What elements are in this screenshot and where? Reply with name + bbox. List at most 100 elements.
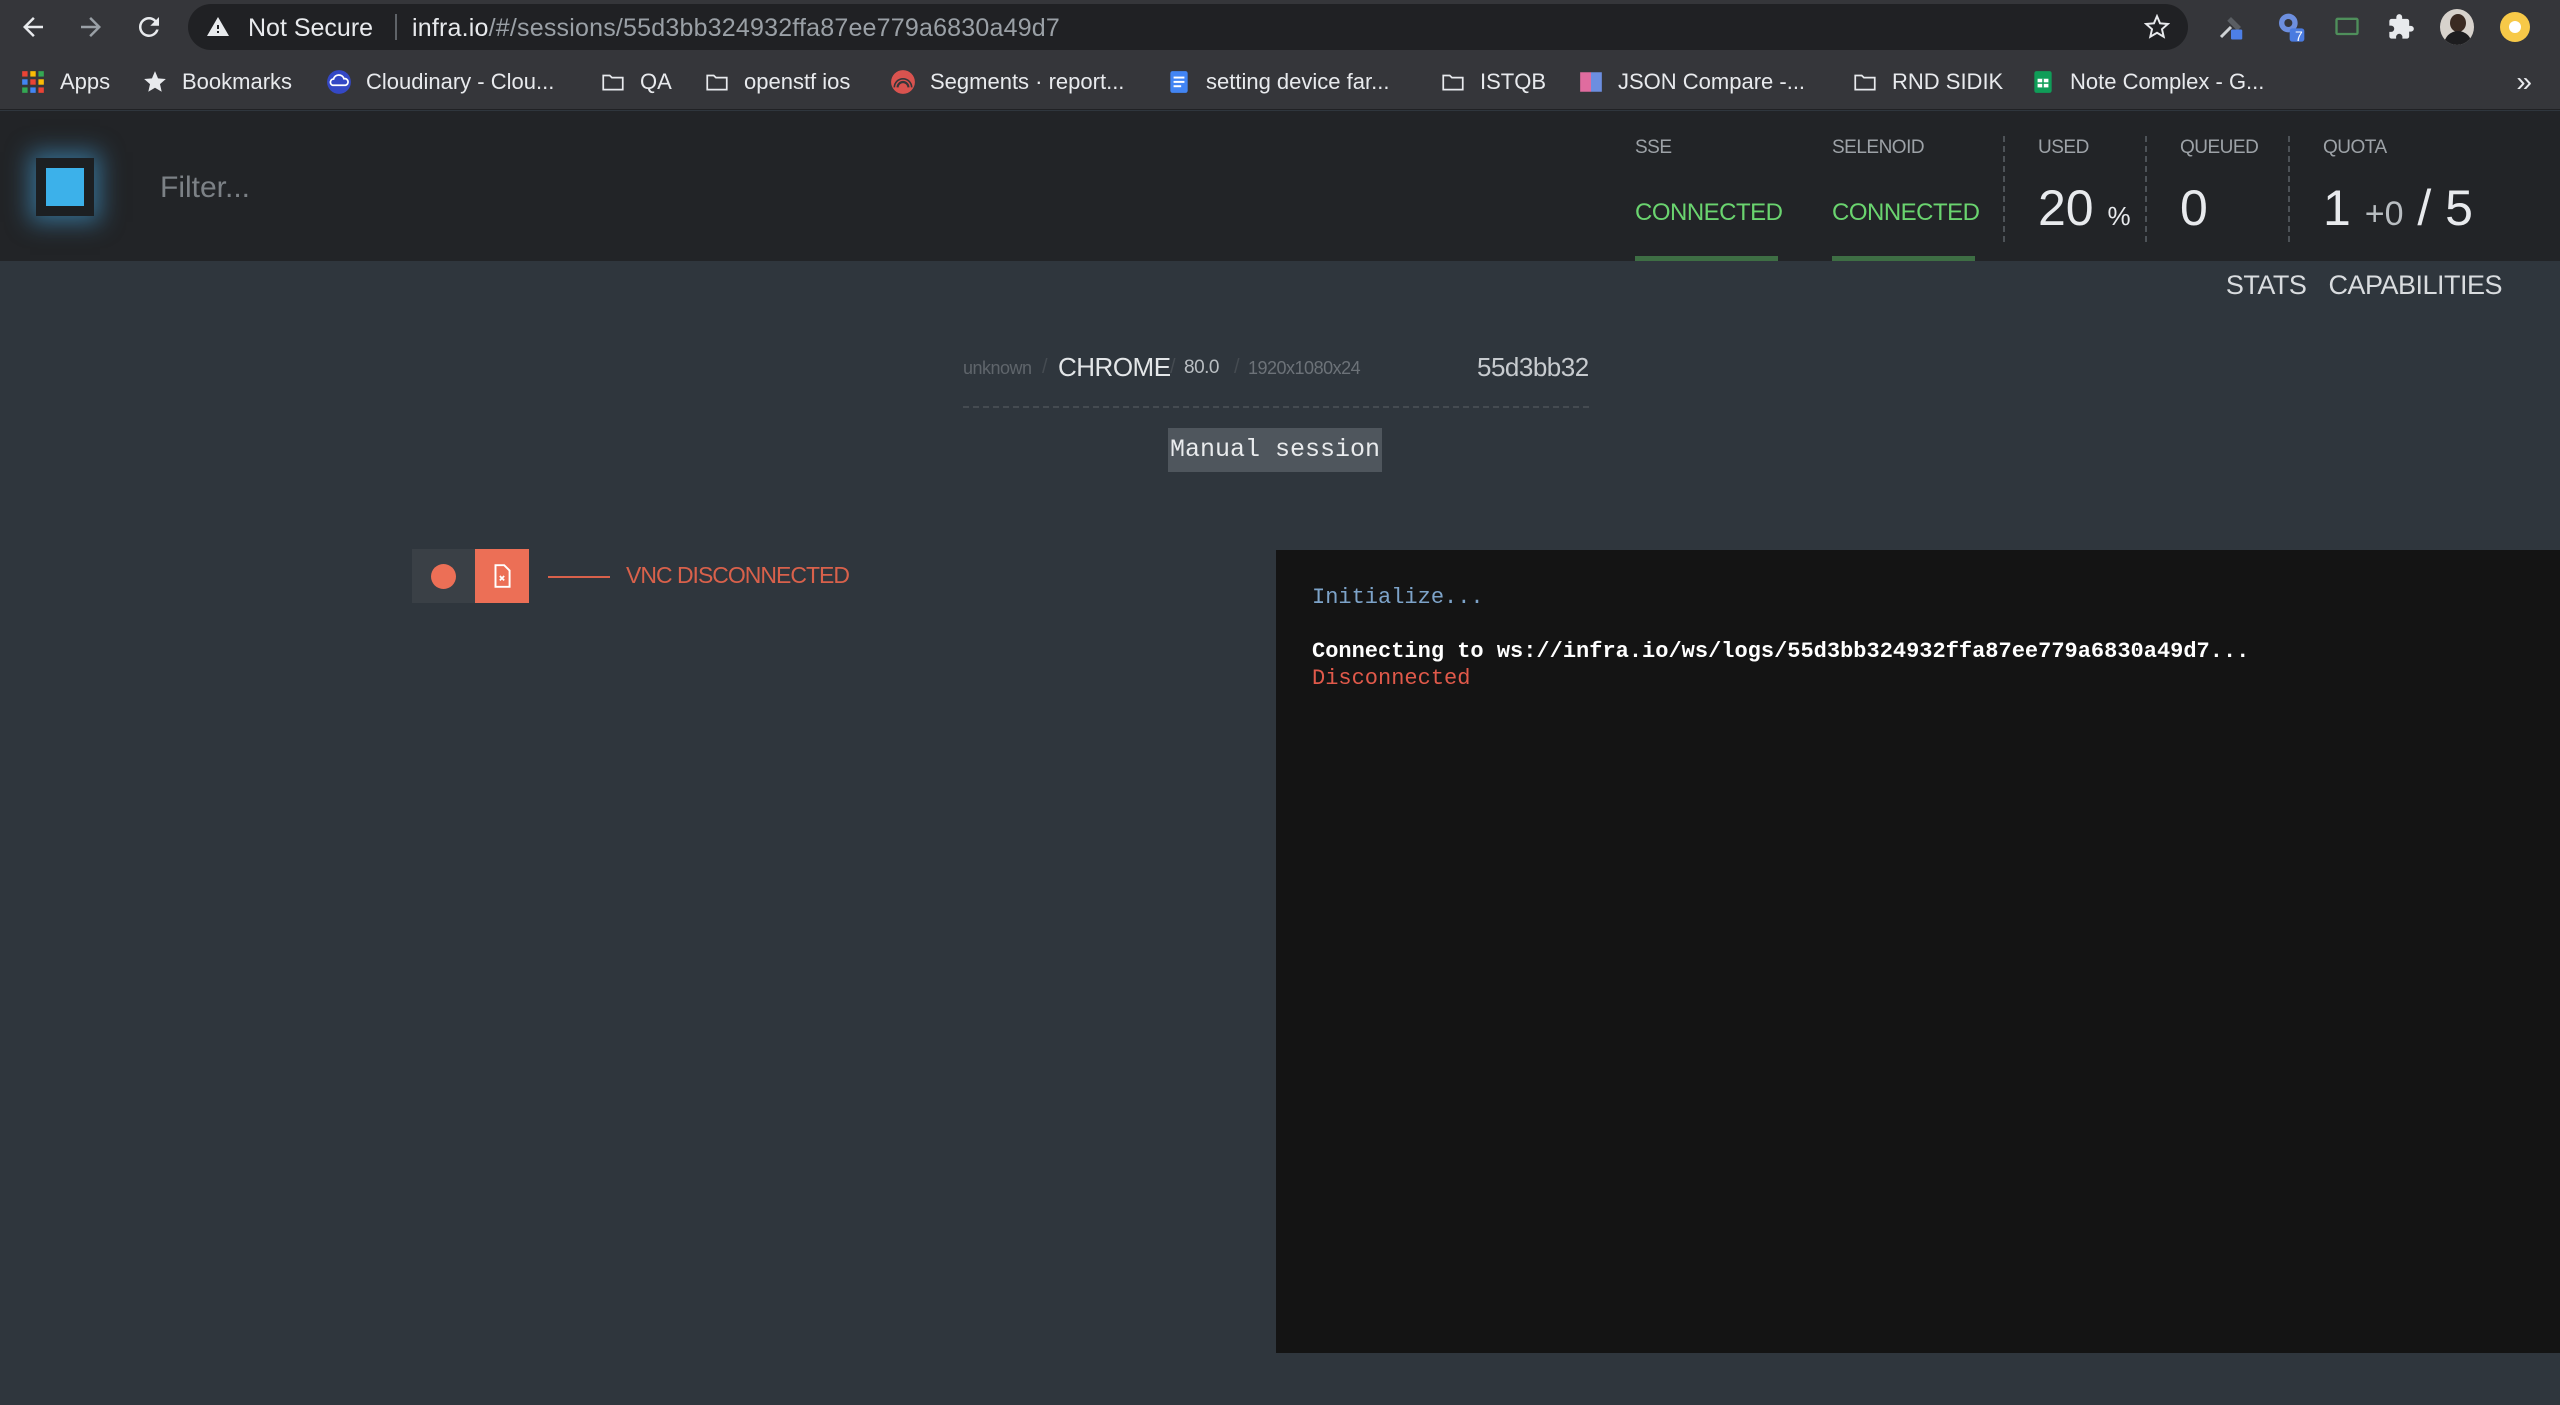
selenoid-label: SELENOID <box>1832 137 1925 158</box>
session-resolution: 1920x1080x24 <box>1248 358 1361 378</box>
bookmark-openstf[interactable]: openstf ios <box>704 66 850 98</box>
bookmark-rnd-sidik[interactable]: RND SIDIK <box>1852 66 2003 98</box>
bookmark-cloudinary[interactable]: Cloudinary - Clou... <box>326 66 554 98</box>
extension-eyedropper[interactable] <box>2214 10 2248 44</box>
forward-arrow-icon <box>81 17 101 37</box>
star-icon <box>144 71 166 92</box>
session-separator: / <box>1170 356 1176 378</box>
quota-value: 1 +0 / 5 <box>2323 179 2473 237</box>
bookmark-label: setting device far... <box>1206 69 1390 94</box>
extension-screen[interactable] <box>2330 10 2364 44</box>
filter-input[interactable] <box>160 163 960 213</box>
warning-triangle-icon[interactable] <box>206 15 230 39</box>
session-separator: / <box>1234 356 1240 378</box>
bookmark-label: Segments · report... <box>930 69 1125 94</box>
sse-status: CONNECTED <box>1635 199 1783 226</box>
used-number: 20 <box>2038 180 2094 236</box>
quota-used: 1 <box>2323 180 2351 236</box>
folder-icon <box>602 74 624 91</box>
extension-badge: 7 <box>2295 28 2303 44</box>
sse-indicator-bar <box>1635 256 1778 261</box>
session-separator: / <box>1042 356 1048 378</box>
bookmark-note-complex[interactable]: Note Complex - G... <box>2030 66 2264 98</box>
omnibox-separator <box>395 14 397 40</box>
bookmark-label: Bookmarks <box>182 69 293 94</box>
profile-avatar[interactable] <box>2440 9 2474 45</box>
session-version: 80.0 <box>1184 357 1219 378</box>
avatar <box>2440 9 2474 45</box>
vnc-status-line <box>548 576 610 578</box>
bookmark-segments[interactable]: Segments · report... <box>890 66 1124 98</box>
bookmark-label: Cloudinary - Clou... <box>366 69 555 94</box>
bookmark-label: Apps <box>60 69 111 94</box>
bookmarks-bar: Apps Bookmarks Cloudinary - Clou... QA o… <box>0 54 2560 110</box>
session-id: 55d3bb32 <box>1477 352 1589 382</box>
bookmark-star-icon[interactable] <box>2144 14 2170 40</box>
session-info: unknown / CHROME / 80.0 / 1920x1080x24 5… <box>963 352 1589 408</box>
extensions-menu-button[interactable] <box>2384 10 2418 44</box>
quota-pending: +0 <box>2364 195 2404 233</box>
not-secure-label[interactable]: Not Secure <box>248 14 373 43</box>
used-label: USED <box>2038 137 2089 158</box>
browser-toolbar: Not Secure infra.io/#/sessions/55d3bb324… <box>0 0 2560 54</box>
bookmark-apps[interactable]: Apps <box>20 66 110 98</box>
session-platform: unknown <box>963 358 1032 378</box>
update-button[interactable] <box>2498 10 2532 44</box>
selenoid-indicator-bar <box>1832 256 1975 261</box>
eyedropper-icon <box>2219 17 2243 40</box>
bookmark-label: QA <box>640 69 672 94</box>
selenoid-status: CONNECTED <box>1832 199 1980 226</box>
extension-counter[interactable]: 7 <box>2274 10 2308 44</box>
manual-session-badge[interactable]: Manual session <box>1168 428 1382 472</box>
nav-capabilities-link[interactable]: CAPABILITIES <box>2328 270 2502 301</box>
forward-button[interactable] <box>72 8 110 46</box>
reload-button[interactable] <box>130 8 168 46</box>
vnc-connection-toggle[interactable] <box>412 549 475 603</box>
back-button[interactable] <box>14 8 52 46</box>
url-text[interactable]: infra.io/#/sessions/55d3bb324932ffa87ee7… <box>412 14 1060 43</box>
bookmark-label: Note Complex - G... <box>2070 69 2265 94</box>
bookmark-label: RND SIDIK <box>1892 69 2004 94</box>
folder-icon <box>1442 74 1464 91</box>
apps-grid-icon <box>22 71 44 93</box>
bookmark-istqb[interactable]: ISTQB <box>1440 66 1546 98</box>
bookmark-setting-device[interactable]: setting device far... <box>1166 66 1389 98</box>
url-path: /#/sessions/55d3bb324932ffa87ee779a6830a… <box>488 14 1061 42</box>
docs-icon <box>1170 71 1188 93</box>
used-value: 20 % <box>2038 179 2131 237</box>
selenoid-logo[interactable] <box>36 158 94 216</box>
used-unit: % <box>2107 201 2131 231</box>
update-dot-icon <box>2500 12 2530 42</box>
log-panel[interactable]: Initialize... Connecting to ws://infra.i… <box>1276 550 2560 1353</box>
back-arrow-icon <box>23 17 43 37</box>
address-bar[interactable]: Not Secure infra.io/#/sessions/55d3bb324… <box>188 4 2188 50</box>
vnc-status: VNC DISCONNECTED <box>626 562 850 588</box>
app-header: SSE CONNECTED SELENOID CONNECTED USED 20… <box>0 111 2560 261</box>
bookmarks-overflow-button[interactable]: » <box>2516 66 2532 98</box>
reload-icon <box>138 16 159 37</box>
record-dot-icon <box>431 563 456 589</box>
puzzle-icon <box>2389 14 2414 39</box>
session-browser: CHROME <box>1058 352 1171 382</box>
vnc-log-button[interactable] <box>475 549 529 603</box>
log-disconnected-line: Disconnected <box>1312 666 1471 691</box>
bookmark-qa[interactable]: QA <box>600 66 672 98</box>
bookmark-json-compare[interactable]: JSON Compare -... <box>1578 66 1805 98</box>
log-connecting-line: Connecting to ws://infra.io/ws/logs/55d3… <box>1312 639 2250 664</box>
sheets-icon <box>2034 71 2052 93</box>
vnc-controls <box>412 549 529 603</box>
cloudinary-icon <box>327 70 351 94</box>
bookmark-bookmarks[interactable]: Bookmarks <box>142 66 292 98</box>
header-divider <box>2288 136 2290 242</box>
bookmark-label: JSON Compare -... <box>1618 69 1806 94</box>
queued-value: 0 <box>2180 180 2208 236</box>
nav-stats-link[interactable]: STATS <box>2226 270 2307 301</box>
log-init-line: Initialize... <box>1312 585 1484 610</box>
top-nav: STATS CAPABILITIES <box>2226 270 2503 301</box>
json-compare-icon <box>1580 72 1602 92</box>
segments-icon <box>891 70 915 94</box>
url-host: infra.io <box>412 14 489 42</box>
screen-capture-icon <box>2335 17 2359 36</box>
quota-label: QUOTA <box>2323 137 2387 158</box>
sse-label: SSE <box>1635 137 1672 158</box>
